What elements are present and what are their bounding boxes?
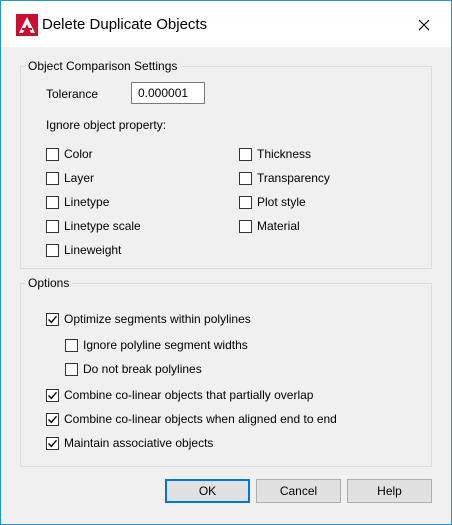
- checkbox-optimize-segments[interactable]: Optimize segments within polylines: [46, 312, 251, 326]
- checkbox-transparency[interactable]: Transparency: [239, 171, 330, 185]
- autocad-logo-icon: [16, 14, 38, 36]
- checkbox-label: Material: [257, 219, 300, 233]
- checkbox-lineweight[interactable]: Lineweight: [46, 243, 121, 257]
- checkbox-box: [46, 195, 59, 209]
- checkmark-icon: [48, 439, 58, 447]
- object-comparison-legend: Object Comparison Settings: [25, 59, 181, 73]
- checkbox-box: [239, 219, 252, 233]
- checkbox-label: Layer: [64, 171, 95, 185]
- checkbox-linetype[interactable]: Linetype: [46, 195, 109, 209]
- checkbox-plot-style[interactable]: Plot style: [239, 195, 306, 209]
- checkbox-combine-overlap[interactable]: Combine co-linear objects that partially…: [46, 388, 313, 402]
- ignore-property-label: Ignore object property:: [46, 118, 167, 132]
- checkbox-material[interactable]: Material: [239, 219, 300, 233]
- checkbox-box: [46, 412, 59, 426]
- checkbox-box: [46, 436, 59, 450]
- help-button[interactable]: Help: [347, 479, 432, 503]
- checkbox-box: [239, 195, 252, 209]
- checkbox-label: Thickness: [257, 147, 312, 161]
- title-bar: Delete Duplicate Objects: [1, 1, 451, 47]
- checkbox-box: [46, 147, 59, 161]
- window-title: Delete Duplicate Objects: [42, 16, 208, 33]
- checkbox-box: [46, 219, 59, 233]
- tolerance-input[interactable]: [131, 82, 205, 104]
- close-button[interactable]: [406, 10, 442, 40]
- close-icon: [418, 19, 430, 31]
- checkbox-combine-end-to-end[interactable]: Combine co-linear objects when aligned e…: [46, 412, 337, 426]
- checkbox-color[interactable]: Color: [46, 147, 93, 161]
- checkbox-label: Do not break polylines: [83, 362, 202, 376]
- checkbox-label: Combine co-linear objects when aligned e…: [64, 412, 337, 426]
- checkmark-icon: [48, 391, 58, 399]
- checkbox-box: [46, 312, 59, 326]
- checkbox-box: [46, 388, 59, 402]
- checkbox-ignore-segment-widths[interactable]: Ignore polyline segment widths: [65, 338, 248, 352]
- dialog-window: Delete Duplicate Objects Object Comparis…: [0, 0, 452, 525]
- ok-button[interactable]: OK: [165, 479, 250, 503]
- checkbox-label: Linetype: [64, 195, 110, 209]
- checkbox-layer[interactable]: Layer: [46, 171, 94, 185]
- options-legend: Options: [25, 276, 73, 290]
- checkbox-box: [46, 171, 59, 185]
- checkbox-label: Transparency: [257, 171, 330, 185]
- checkbox-label: Linetype scale: [64, 219, 141, 233]
- checkbox-box: [239, 171, 252, 185]
- checkbox-box: [46, 243, 59, 257]
- checkbox-linetype-scale[interactable]: Linetype scale: [46, 219, 141, 233]
- tolerance-label: Tolerance: [46, 87, 99, 101]
- cancel-button[interactable]: Cancel: [256, 479, 341, 503]
- checkbox-label: Ignore polyline segment widths: [83, 338, 248, 352]
- checkbox-label: Optimize segments within polylines: [64, 312, 251, 326]
- checkmark-icon: [48, 315, 58, 323]
- checkbox-label: Plot style: [257, 195, 306, 209]
- checkbox-box: [65, 362, 78, 376]
- checkbox-label: Maintain associative objects: [64, 436, 214, 450]
- checkbox-maintain-associative[interactable]: Maintain associative objects: [46, 436, 213, 450]
- checkbox-label: Color: [64, 147, 93, 161]
- checkbox-box: [239, 147, 252, 161]
- checkbox-label: Combine co-linear objects that partially…: [64, 388, 314, 402]
- checkbox-do-not-break[interactable]: Do not break polylines: [65, 362, 202, 376]
- checkbox-box: [65, 338, 78, 352]
- checkbox-label: Lineweight: [64, 243, 122, 257]
- checkmark-icon: [48, 415, 58, 423]
- checkbox-thickness[interactable]: Thickness: [239, 147, 311, 161]
